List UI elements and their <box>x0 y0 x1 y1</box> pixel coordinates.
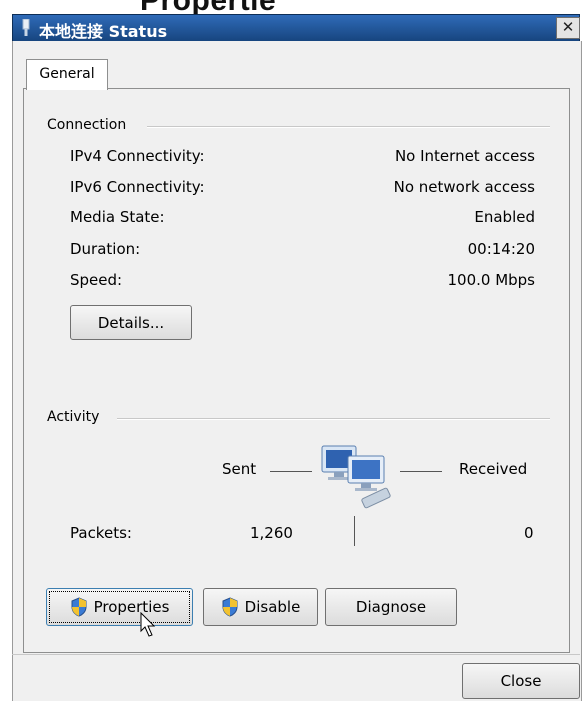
window-title: 本地连接 Status <box>39 22 168 41</box>
disable-button[interactable]: Disable <box>203 588 318 626</box>
activity-group-label: Activity <box>47 409 100 425</box>
speed-value: 100.0 Mbps <box>447 271 535 289</box>
connection-group-label: Connection <box>47 117 127 133</box>
uac-shield-icon <box>222 597 238 617</box>
footer-divider <box>12 654 580 655</box>
mouse-cursor-icon <box>140 612 156 637</box>
media-state-value: Enabled <box>474 208 535 226</box>
window-titlebar[interactable]: 本地连接 Status ✕ <box>12 14 580 42</box>
received-label: Received <box>459 460 528 478</box>
ipv6-connectivity-label: IPv6 Connectivity: <box>70 178 205 196</box>
packets-received-value: 0 <box>524 524 534 542</box>
tab-panel-general <box>23 88 570 653</box>
details-button[interactable]: Details... <box>70 305 192 340</box>
uac-shield-icon <box>71 597 87 617</box>
title-close-button[interactable]: ✕ <box>556 17 580 39</box>
packets-label: Packets: <box>70 524 132 542</box>
network-cable-icon <box>22 19 30 36</box>
disable-button-label: Disable <box>244 598 301 616</box>
packets-sent-value: 1,260 <box>250 524 293 542</box>
sent-dash-line <box>270 471 312 472</box>
network-computers-icon <box>321 445 391 509</box>
connection-group-divider <box>147 126 550 128</box>
duration-value: 00:14:20 <box>467 240 535 258</box>
close-button[interactable]: Close <box>462 663 580 699</box>
received-dash-line <box>400 471 442 472</box>
ipv4-connectivity-label: IPv4 Connectivity: <box>70 147 205 165</box>
activity-group-divider <box>117 418 550 420</box>
sent-label: Sent <box>222 460 257 478</box>
speed-label: Speed: <box>70 271 123 289</box>
ipv6-connectivity-value: No network access <box>393 178 535 196</box>
ipv4-connectivity-value: No Internet access <box>394 147 535 165</box>
properties-button-label: Properties <box>93 598 170 616</box>
diagnose-button[interactable]: Diagnose <box>325 588 457 626</box>
media-state-label: Media State: <box>70 208 165 226</box>
packets-divider <box>354 516 355 546</box>
properties-button[interactable]: Properties <box>46 588 193 626</box>
duration-label: Duration: <box>70 240 141 258</box>
tab-general[interactable]: General <box>26 59 108 90</box>
